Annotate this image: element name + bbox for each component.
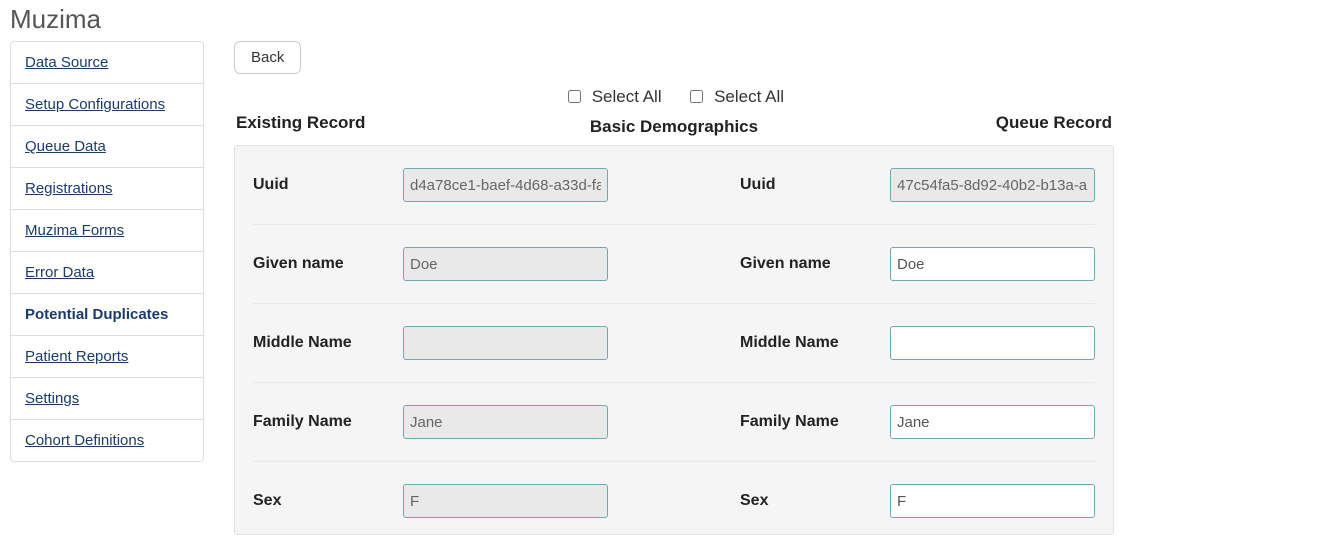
select-all-left-checkbox[interactable] bbox=[568, 90, 581, 103]
nav-list: Data Source Setup Configurations Queue D… bbox=[10, 41, 204, 462]
input-sex-queue[interactable] bbox=[890, 484, 1095, 518]
input-uuid-queue[interactable] bbox=[890, 168, 1095, 202]
sidebar-item-settings[interactable]: Settings bbox=[11, 378, 203, 420]
label-uuid-queue: Uuid bbox=[740, 175, 870, 196]
row-sex: Sex Sex bbox=[253, 462, 1095, 524]
input-family-name-existing[interactable] bbox=[403, 405, 608, 439]
sidebar-item-data-source[interactable]: Data Source bbox=[11, 42, 203, 84]
sidebar-item-queue-data[interactable]: Queue Data bbox=[11, 126, 203, 168]
row-family-name: Family Name Family Name bbox=[253, 383, 1095, 462]
row-middle-name: Middle Name Middle Name bbox=[253, 304, 1095, 383]
select-all-row: Select All Select All bbox=[234, 86, 1114, 107]
label-sex-queue: Sex bbox=[740, 491, 870, 512]
page-title: Muzima bbox=[10, 4, 1330, 35]
label-family-name-queue: Family Name bbox=[740, 412, 870, 433]
row-given-name: Given name Given name bbox=[253, 225, 1095, 304]
label-middle-name-existing: Middle Name bbox=[253, 333, 383, 354]
demographics-section: Uuid Uuid Given name Given name Middle N… bbox=[234, 145, 1114, 535]
input-middle-name-queue[interactable] bbox=[890, 326, 1095, 360]
sidebar: Data Source Setup Configurations Queue D… bbox=[10, 41, 204, 462]
sidebar-item-patient-reports[interactable]: Patient Reports bbox=[11, 336, 203, 378]
row-uuid: Uuid Uuid bbox=[253, 146, 1095, 225]
select-all-right-checkbox[interactable] bbox=[690, 90, 703, 103]
sidebar-item-potential-duplicates[interactable]: Potential Duplicates bbox=[11, 294, 203, 336]
label-uuid-existing: Uuid bbox=[253, 175, 383, 196]
label-sex-existing: Sex bbox=[253, 491, 383, 512]
select-all-left-label: Select All bbox=[592, 87, 662, 106]
label-given-name-queue: Given name bbox=[740, 254, 870, 275]
input-sex-existing[interactable] bbox=[403, 484, 608, 518]
input-uuid-existing[interactable] bbox=[403, 168, 608, 202]
main-content: Back Select All Select All Existing Reco… bbox=[234, 41, 1114, 535]
select-all-right-label: Select All bbox=[714, 87, 784, 106]
sidebar-item-muzima-forms[interactable]: Muzima Forms bbox=[11, 210, 203, 252]
input-given-name-existing[interactable] bbox=[403, 247, 608, 281]
back-button[interactable]: Back bbox=[234, 41, 301, 74]
label-middle-name-queue: Middle Name bbox=[740, 333, 870, 354]
label-family-name-existing: Family Name bbox=[253, 412, 383, 433]
existing-record-header: Existing Record bbox=[236, 113, 365, 133]
input-family-name-queue[interactable] bbox=[890, 405, 1095, 439]
sidebar-item-setup-configurations[interactable]: Setup Configurations bbox=[11, 84, 203, 126]
input-given-name-queue[interactable] bbox=[890, 247, 1095, 281]
queue-record-header: Queue Record bbox=[996, 113, 1112, 133]
label-given-name-existing: Given name bbox=[253, 254, 383, 275]
sidebar-item-error-data[interactable]: Error Data bbox=[11, 252, 203, 294]
select-all-left[interactable]: Select All bbox=[564, 87, 666, 106]
sidebar-item-cohort-definitions[interactable]: Cohort Definitions bbox=[11, 420, 203, 461]
sidebar-item-registrations[interactable]: Registrations bbox=[11, 168, 203, 210]
select-all-right[interactable]: Select All bbox=[686, 87, 784, 106]
input-middle-name-existing[interactable] bbox=[403, 326, 608, 360]
section-title: Basic Demographics bbox=[234, 117, 1114, 145]
